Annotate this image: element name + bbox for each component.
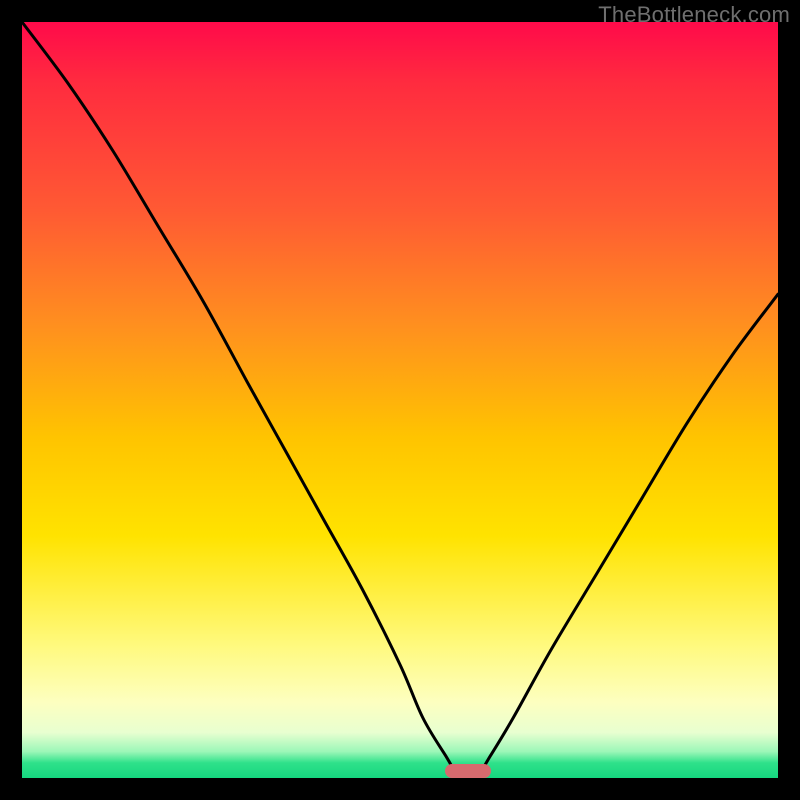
plot-area bbox=[22, 22, 778, 778]
bottleneck-curve bbox=[22, 22, 778, 778]
optimal-range-marker bbox=[445, 764, 490, 778]
chart-frame: TheBottleneck.com bbox=[0, 0, 800, 800]
watermark-text: TheBottleneck.com bbox=[598, 2, 790, 28]
